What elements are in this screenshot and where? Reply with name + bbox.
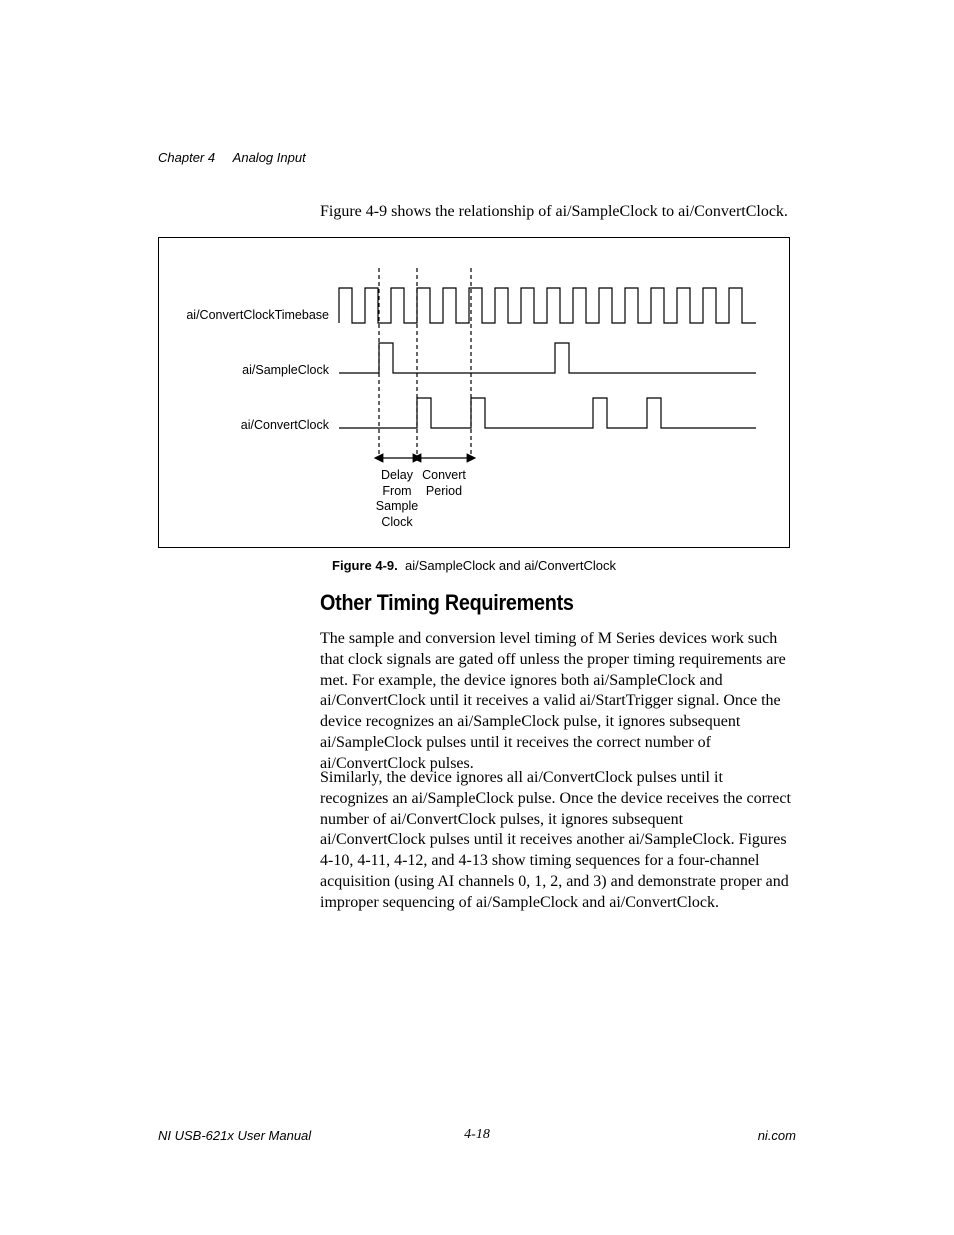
signal-label-timebase: ai/ConvertClockTimebase xyxy=(169,308,329,322)
paragraph-1: The sample and conversion level timing o… xyxy=(320,629,792,775)
signal-label-convertclock: ai/ConvertClock xyxy=(169,418,329,432)
annotation-period: Convert Period xyxy=(414,468,474,499)
timing-diagram xyxy=(159,238,789,547)
page-header: Chapter 4 Analog Input xyxy=(158,150,306,165)
figure-4-9: ai/ConvertClockTimebase ai/SampleClock a… xyxy=(158,237,790,548)
footer-site: ni.com xyxy=(758,1128,796,1143)
figure-caption-label: Figure 4-9. xyxy=(332,558,398,573)
section-heading: Other Timing Requirements xyxy=(320,590,574,616)
figure-caption-text: ai/SampleClock and ai/ConvertClock xyxy=(405,558,616,573)
paragraph-2: Similarly, the device ignores all ai/Con… xyxy=(320,768,792,914)
chapter-number: Chapter 4 xyxy=(158,150,215,165)
footer-page-number: 4-18 xyxy=(0,1127,954,1143)
figure-caption: Figure 4-9. ai/SampleClock and ai/Conver… xyxy=(158,558,790,573)
document-page: Chapter 4 Analog Input Figure 4-9 shows … xyxy=(0,0,954,1235)
signal-label-sampleclock: ai/SampleClock xyxy=(169,363,329,377)
intro-paragraph: Figure 4-9 shows the relationship of ai/… xyxy=(320,203,790,221)
chapter-title: Analog Input xyxy=(233,150,306,165)
